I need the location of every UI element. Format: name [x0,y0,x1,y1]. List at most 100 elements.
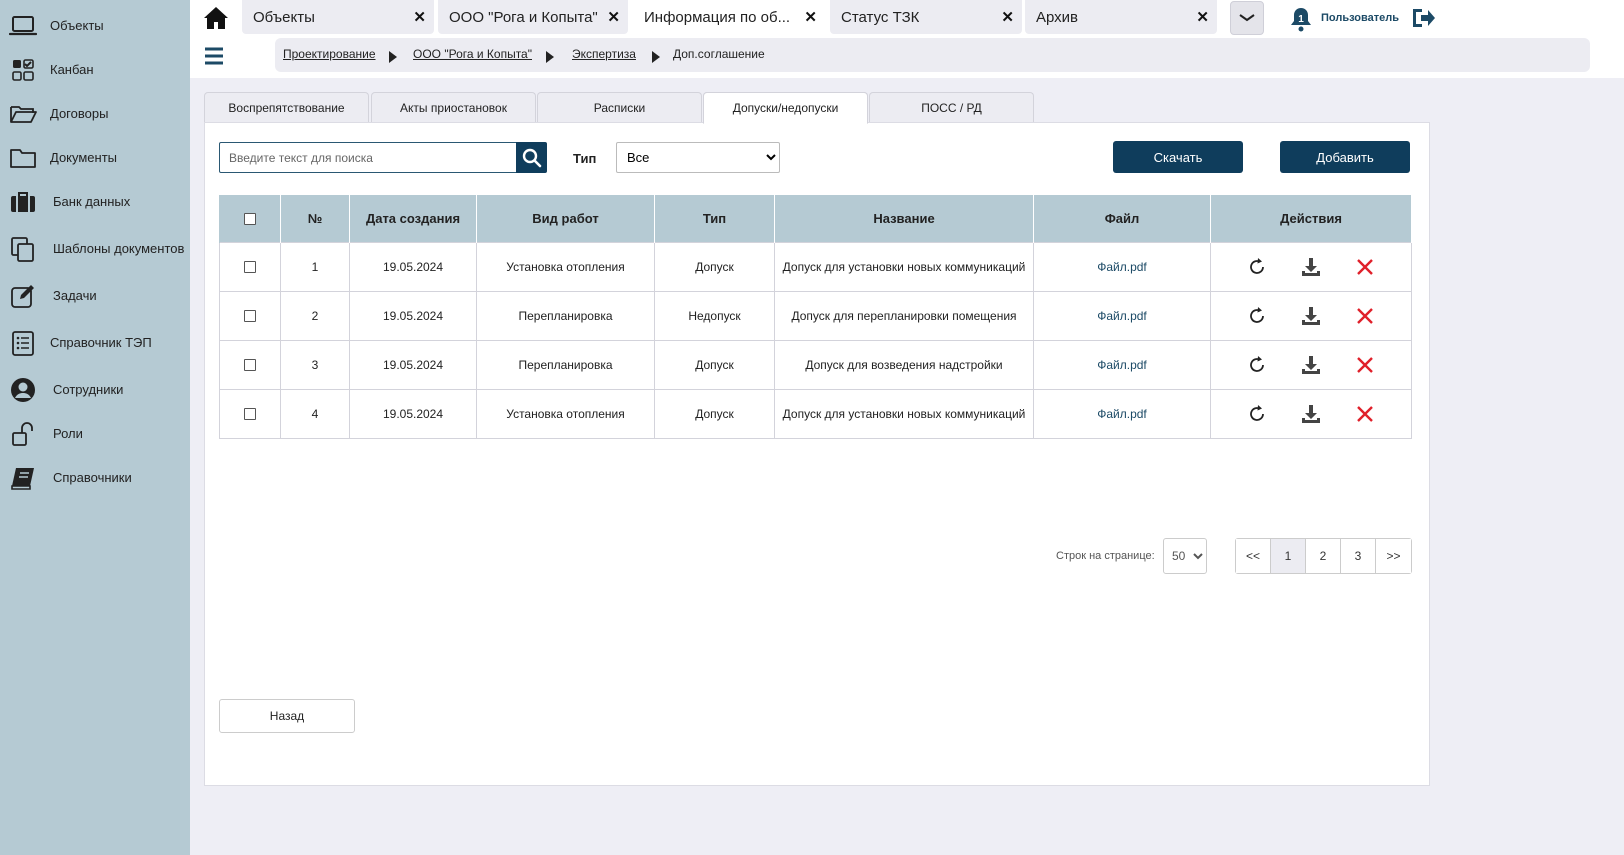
sidebar-item-label: Роли [53,426,83,441]
column-header[interactable]: № [280,195,350,242]
rows-per-page-label: Строк на странице: [1056,550,1155,562]
tab-obstruction[interactable]: Воспрепятствование [204,92,369,123]
breadcrumb-company[interactable]: ООО "Рога и Копыта" [413,47,532,61]
sidebar-item-tep-directory[interactable]: Справочник ТЭП [0,325,190,361]
column-header[interactable]: Название [774,195,1034,242]
sidebar-item-label: Сотрудники [53,382,124,397]
search-button[interactable] [516,142,547,173]
breadcrumb: Проектирование ООО "Рога и Копыта" Экспе… [275,38,1590,72]
page-button-3[interactable]: 3 [1341,539,1376,573]
breadcrumb-design[interactable]: Проектирование [283,47,376,61]
type-filter-label: Тип [573,151,597,166]
rows-per-page-select[interactable]: 50 [1163,538,1207,574]
refresh-icon[interactable] [1246,256,1268,278]
download-icon[interactable] [1300,354,1322,376]
file-link[interactable]: Файл.pdf [1097,358,1147,372]
chevron-down-icon [1239,14,1255,22]
download-button[interactable]: Скачать [1113,141,1243,173]
download-icon[interactable] [1300,403,1322,425]
briefcase-icon [8,188,38,216]
back-button[interactable]: Назад [219,699,355,733]
column-header[interactable]: Тип [654,195,775,242]
page-first-button[interactable]: << [1236,539,1271,573]
cell-num: 4 [280,388,350,439]
download-icon[interactable] [1300,305,1322,327]
sidebar-item-label: Канбан [50,62,94,77]
sidebar-item-label: Договоры [50,106,109,121]
sidebar-item-contracts[interactable]: Договоры [0,96,190,132]
refresh-icon[interactable] [1246,403,1268,425]
close-icon[interactable]: ✕ [413,8,426,26]
close-icon[interactable]: ✕ [804,8,817,26]
table-row: 2 19.05.2024 Перепланировка Недопуск Доп… [219,290,1412,341]
cell-date: 19.05.2024 [349,241,477,292]
file-link[interactable]: Файл.pdf [1097,260,1147,274]
delete-icon[interactable] [1354,256,1376,278]
tab-poss-rd[interactable]: ПОСС / РД [869,92,1034,123]
breadcrumb-expertise[interactable]: Экспертиза [572,47,636,61]
cell-work: Установка отопления [476,241,655,292]
sidebar-item-databank[interactable]: Банк данных [0,184,190,220]
delete-icon[interactable] [1354,305,1376,327]
tab-tzk-status[interactable]: Статус ТЗК ✕ [830,0,1022,34]
cell-date: 19.05.2024 [349,290,477,341]
refresh-icon[interactable] [1246,305,1268,327]
column-header[interactable]: Дата создания [349,195,477,242]
close-icon[interactable]: ✕ [607,8,620,26]
table-row: 4 19.05.2024 Установка отопления Допуск … [219,388,1412,439]
tab-objects[interactable]: Объекты ✕ [242,0,434,34]
tabs-more-button[interactable] [1230,1,1264,35]
tab-archive[interactable]: Архив ✕ [1025,0,1217,34]
sidebar-item-roles[interactable]: Роли [0,416,190,452]
sidebar-item-objects[interactable]: Объекты [0,8,190,44]
sidebar-item-employees[interactable]: Сотрудники [0,372,190,408]
bell-icon[interactable]: 1 [1290,6,1312,32]
refresh-icon[interactable] [1246,354,1268,376]
caret-right-icon [389,51,397,63]
sidebar-item-tasks[interactable]: Задачи [0,278,190,314]
cell-type: Недопуск [654,290,775,341]
add-button[interactable]: Добавить [1280,141,1410,173]
admissions-table: № Дата создания Вид работ Тип Название Ф… [219,195,1412,439]
file-link[interactable]: Файл.pdf [1097,407,1147,421]
row-checkbox[interactable] [244,261,256,274]
close-icon[interactable]: ✕ [1196,8,1209,26]
page-last-button[interactable]: >> [1376,539,1411,573]
search-icon [522,148,541,167]
tab-receipts[interactable]: Расписки [537,92,702,123]
delete-icon[interactable] [1354,403,1376,425]
sidebar-item-label: Документы [50,150,118,165]
tab-suspension-acts[interactable]: Акты приостановок [371,92,536,123]
cell-work: Перепланировка [476,290,655,341]
sidebar-item-label: Справочники [53,470,132,485]
table-header-row: № Дата создания Вид работ Тип Название Ф… [219,195,1412,242]
home-icon[interactable] [202,4,230,32]
file-link[interactable]: Файл.pdf [1097,309,1147,323]
sidebar-item-directories[interactable]: Справочники [0,460,190,496]
select-all-checkbox[interactable] [244,213,256,226]
column-header[interactable]: Файл [1033,195,1211,242]
delete-icon[interactable] [1354,354,1376,376]
tab-admissions-active[interactable]: Допуски/недопуски [703,92,868,124]
row-checkbox[interactable] [244,310,256,323]
sidebar-item-documents[interactable]: Документы [0,140,190,176]
row-checkbox[interactable] [244,359,256,372]
tab-object-info[interactable]: Информация по об... ✕ [633,0,825,34]
cell-name: Допуск для возведения надстройки [774,339,1034,390]
tab-company[interactable]: ООО "Рога и Копыта" ✕ [438,0,628,34]
user-menu[interactable]: Пользователь [1321,12,1399,24]
menu-icon[interactable] [203,45,225,67]
page-button-1[interactable]: 1 [1271,539,1306,573]
row-checkbox[interactable] [244,408,256,421]
column-header[interactable]: Вид работ [476,195,655,242]
logout-icon[interactable] [1410,6,1436,30]
list-icon [8,329,38,357]
type-filter-select[interactable]: Все [616,142,780,173]
sidebar-item-kanban[interactable]: Канбан [0,52,190,88]
search-input[interactable] [219,142,517,173]
select-all-cell [219,195,281,242]
page-button-2[interactable]: 2 [1306,539,1341,573]
close-icon[interactable]: ✕ [1001,8,1014,26]
sidebar-item-templates[interactable]: Шаблоны документов [0,231,190,267]
download-icon[interactable] [1300,256,1322,278]
